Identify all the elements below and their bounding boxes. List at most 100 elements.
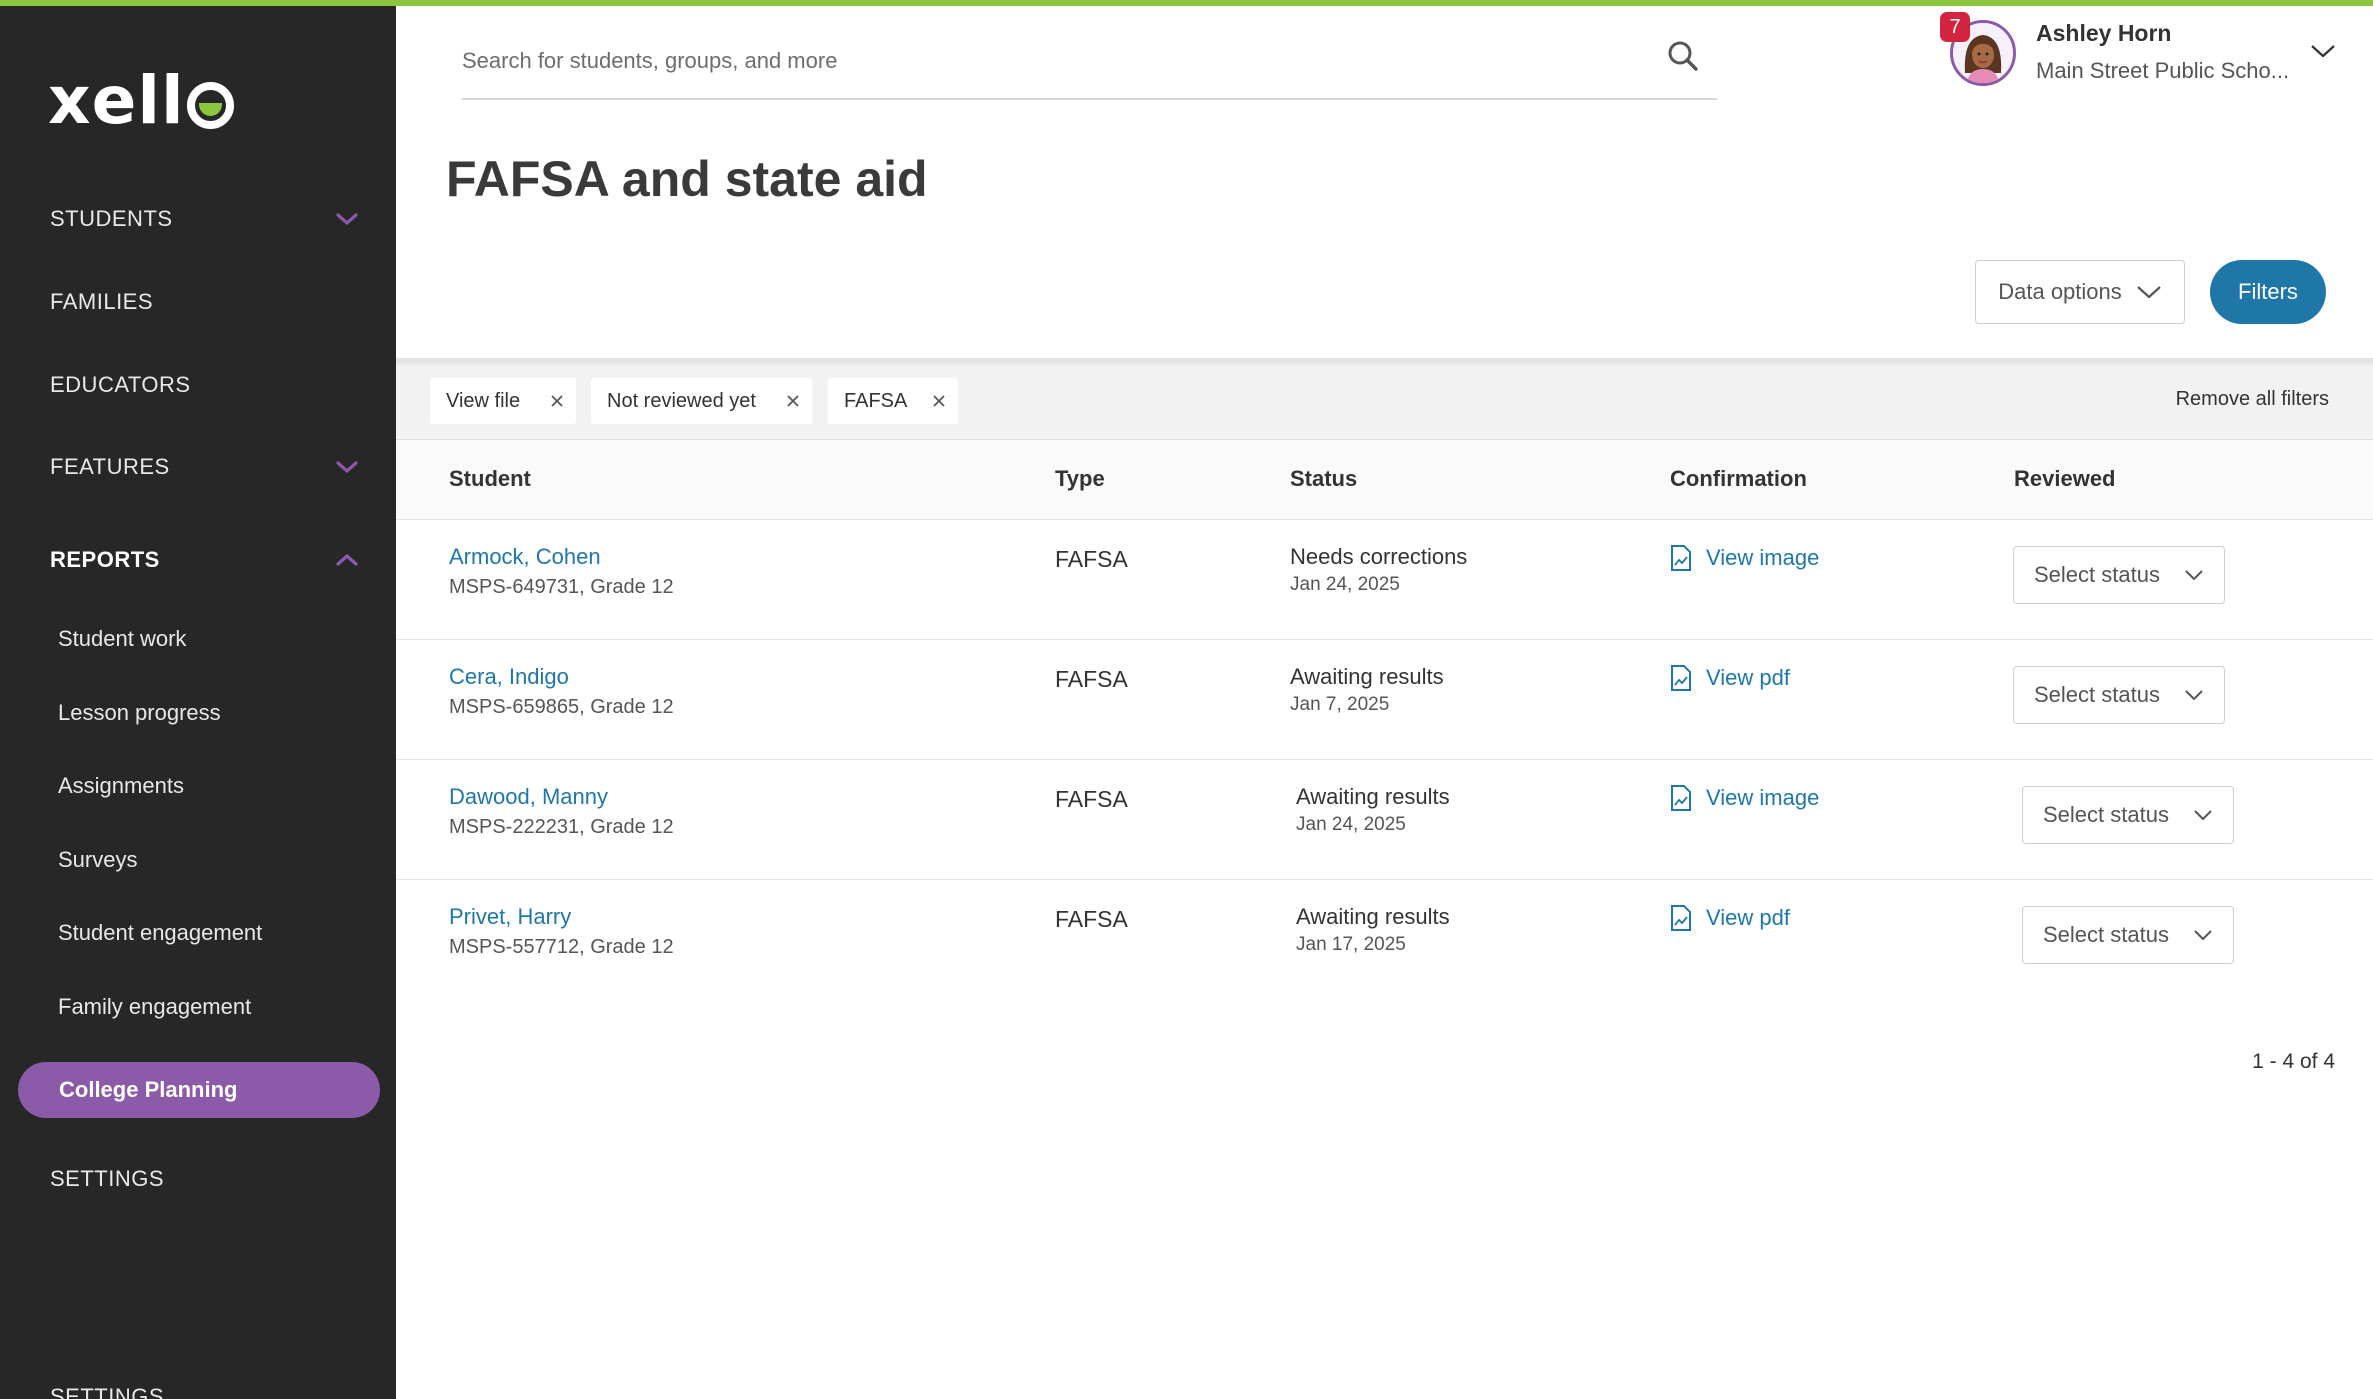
table-header: Student Type Status Confirmation Reviewe… <box>396 440 2373 520</box>
image-file-icon <box>1671 785 1691 811</box>
status-date: Jan 24, 2025 <box>1290 574 1400 595</box>
sidebar-item-label: EDUCATORS <box>50 372 191 397</box>
reviewed-status-select[interactable]: Select status <box>2013 546 2225 604</box>
sidebar-item-features[interactable]: FEATURES <box>50 454 360 480</box>
header-shadow <box>396 358 2373 366</box>
sidebar-item-assignments[interactable]: Assignments <box>58 773 184 799</box>
chevron-up-icon <box>334 547 360 573</box>
pagination-summary: 1 - 4 of 4 <box>2252 1050 2335 1073</box>
filters-button[interactable]: Filters <box>2210 260 2326 324</box>
chevron-down-icon <box>2194 810 2212 821</box>
sidebar-item-settings-duplicate[interactable]: SETTINGS <box>50 1384 360 1399</box>
chevron-down-icon <box>2185 570 2203 581</box>
pdf-file-icon <box>1671 665 1691 691</box>
xello-logo[interactable]: xell <box>48 66 234 136</box>
table-row: Dawood, Manny MSPS-222231, Grade 12 FAFS… <box>396 760 2373 880</box>
sidebar-item-surveys[interactable]: Surveys <box>58 847 137 873</box>
student-name-link[interactable]: Privet, Harry <box>449 904 674 930</box>
table-row: Armock, Cohen MSPS-649731, Grade 12 FAFS… <box>396 520 2373 640</box>
active-filters-bar: View file Not reviewed yet FAFSA Remove … <box>396 360 2373 440</box>
close-icon[interactable] <box>782 390 804 412</box>
search-input[interactable] <box>462 36 1642 86</box>
remove-all-filters-link[interactable]: Remove all filters <box>2176 388 2329 411</box>
sidebar-item-label: FEATURES <box>50 454 170 479</box>
column-header-type[interactable]: Type <box>1055 466 1105 492</box>
status-text: Awaiting results <box>1296 784 1450 809</box>
student-name-link[interactable]: Dawood, Manny <box>449 784 674 810</box>
global-search <box>462 30 1717 100</box>
search-icon[interactable] <box>1661 34 1705 78</box>
logo-o-mark <box>186 81 234 129</box>
sidebar: xell STUDENTS FAMILIES EDUCATORS FEATURE… <box>0 6 396 1399</box>
select-value: Select status <box>2034 562 2160 587</box>
column-header-reviewed[interactable]: Reviewed <box>2014 466 2116 492</box>
pdf-file-icon <box>1671 905 1691 931</box>
logo-wordmark: xell <box>48 62 185 139</box>
filter-chip: Not reviewed yet <box>591 378 812 424</box>
reviewed-status-select[interactable]: Select status <box>2022 906 2234 964</box>
sidebar-item-label: STUDENTS <box>50 206 173 231</box>
sidebar-item-student-work[interactable]: Student work <box>58 626 186 652</box>
aid-type: FAFSA <box>1055 786 1128 812</box>
status-text: Needs corrections <box>1290 544 1468 569</box>
sidebar-item-reports[interactable]: REPORTS <box>50 547 360 573</box>
user-menu[interactable]: 7 Ashley Horn Main Street Public Scho... <box>1940 12 2340 90</box>
sidebar-item-student-engagement[interactable]: Student engagement <box>58 920 262 946</box>
select-value: Select status <box>2043 802 2169 827</box>
column-header-status[interactable]: Status <box>1290 466 1357 492</box>
chevron-down-icon <box>334 454 360 480</box>
table-row: Privet, Harry MSPS-557712, Grade 12 FAFS… <box>396 880 2373 1000</box>
confirmation-label: View pdf <box>1706 905 1790 930</box>
page-title: FAFSA and state aid <box>446 151 928 207</box>
chevron-down-icon <box>334 206 360 232</box>
student-meta: MSPS-557712, Grade 12 <box>449 936 674 958</box>
aid-type: FAFSA <box>1055 906 1128 932</box>
reviewed-status-select[interactable]: Select status <box>2022 786 2234 844</box>
view-pdf-link[interactable]: View pdf <box>1670 904 1790 932</box>
status-date: Jan 7, 2025 <box>1290 694 1390 715</box>
sidebar-item-label: REPORTS <box>50 547 160 572</box>
filter-chip: View file <box>430 378 576 424</box>
student-name-link[interactable]: Cera, Indigo <box>449 664 674 690</box>
sidebar-item-families[interactable]: FAMILIES <box>50 289 360 315</box>
sidebar-item-settings[interactable]: SETTINGS <box>50 1166 360 1192</box>
user-name: Ashley Horn <box>2036 20 2172 46</box>
sidebar-item-label: FAMILIES <box>50 289 154 314</box>
select-value: Select status <box>2043 922 2169 947</box>
filter-chip: FAFSA <box>828 378 958 424</box>
top-accent-bar <box>0 0 2373 6</box>
sidebar-item-family-engagement[interactable]: Family engagement <box>58 994 251 1020</box>
sidebar-item-label: SETTINGS <box>50 1384 165 1399</box>
chevron-down-icon[interactable] <box>2310 42 2336 60</box>
close-icon[interactable] <box>546 390 568 412</box>
student-meta: MSPS-222231, Grade 12 <box>449 816 674 838</box>
image-file-icon <box>1671 545 1691 571</box>
data-options-label: Data options <box>1998 279 2122 304</box>
view-image-link[interactable]: View image <box>1670 784 1819 812</box>
sidebar-item-college-planning[interactable]: College Planning <box>18 1062 380 1118</box>
table-row: Cera, Indigo MSPS-659865, Grade 12 FAFSA… <box>396 640 2373 760</box>
status-date: Jan 24, 2025 <box>1296 814 1406 835</box>
student-meta: MSPS-659865, Grade 12 <box>449 696 674 718</box>
status-date: Jan 17, 2025 <box>1296 934 1406 955</box>
chevron-down-icon <box>2137 286 2161 299</box>
sidebar-item-label: SETTINGS <box>50 1166 165 1191</box>
view-image-link[interactable]: View image <box>1670 544 1819 572</box>
confirmation-label: View pdf <box>1706 665 1790 690</box>
sidebar-item-educators[interactable]: EDUCATORS <box>50 372 360 398</box>
notification-badge[interactable]: 7 <box>1940 12 1970 42</box>
student-name-link[interactable]: Armock, Cohen <box>449 544 674 570</box>
filter-chip-label: Not reviewed yet <box>607 389 756 412</box>
student-meta: MSPS-649731, Grade 12 <box>449 576 674 598</box>
aid-type: FAFSA <box>1055 546 1128 572</box>
view-pdf-link[interactable]: View pdf <box>1670 664 1790 692</box>
filter-chip-label: FAFSA <box>844 389 908 412</box>
sidebar-item-lesson-progress[interactable]: Lesson progress <box>58 700 221 726</box>
column-header-confirmation[interactable]: Confirmation <box>1670 466 1807 492</box>
close-icon[interactable] <box>928 390 950 412</box>
sidebar-item-students[interactable]: STUDENTS <box>50 206 360 232</box>
data-options-button[interactable]: Data options <box>1975 260 2185 324</box>
reviewed-status-select[interactable]: Select status <box>2013 666 2225 724</box>
filter-chip-label: View file <box>446 389 521 412</box>
column-header-student[interactable]: Student <box>449 466 531 492</box>
